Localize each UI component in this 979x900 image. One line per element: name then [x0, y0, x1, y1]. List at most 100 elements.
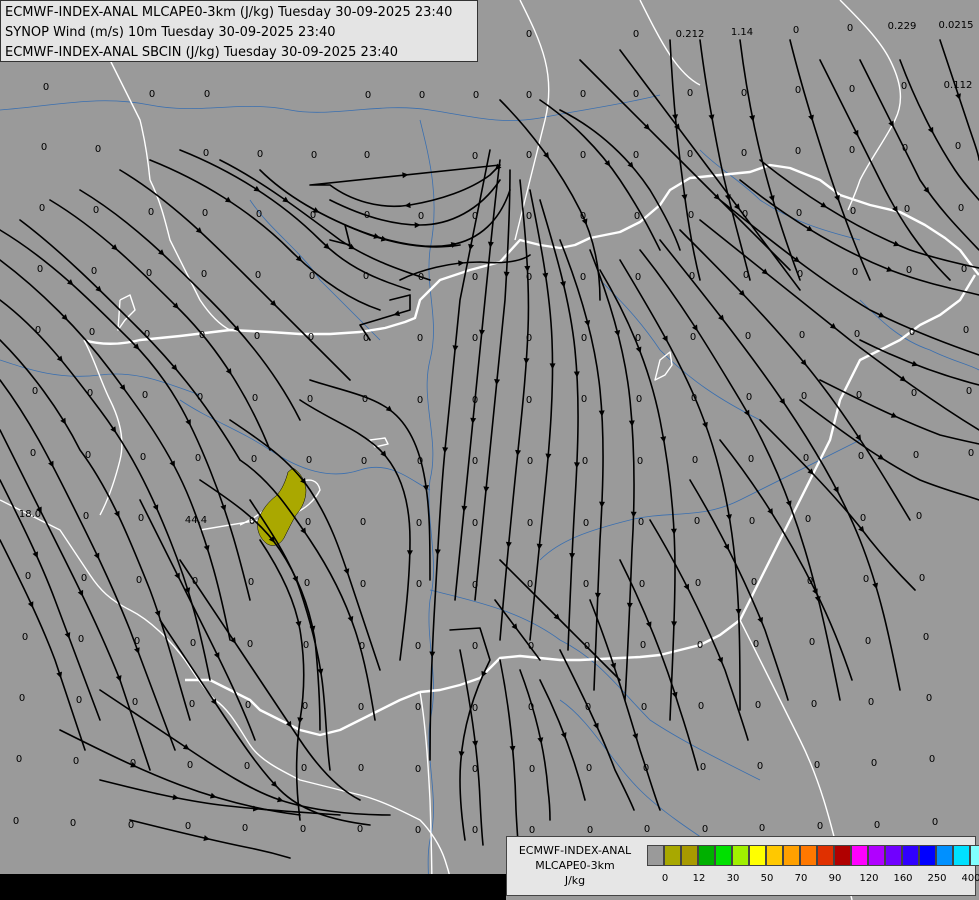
station-value: 0 — [527, 456, 533, 467]
legend-tick-label: 400 — [961, 873, 979, 884]
station-value: 0 — [929, 754, 935, 765]
station-value: 0 — [793, 25, 799, 36]
station-value: 0 — [16, 754, 22, 765]
station-value: 0 — [966, 386, 972, 397]
station-value: 0 — [256, 209, 262, 220]
station-value: 0 — [643, 763, 649, 774]
station-value: 0 — [700, 762, 706, 773]
station-value: 0 — [473, 90, 479, 101]
station-value: 0 — [702, 824, 708, 835]
station-value: 0 — [634, 211, 640, 222]
legend-swatch — [902, 845, 919, 866]
station-value: 0 — [692, 455, 698, 466]
station-value: 0 — [641, 702, 647, 713]
station-value: 0.229 — [888, 21, 917, 32]
station-value: 0 — [865, 636, 871, 647]
station-value: 0 — [309, 271, 315, 282]
station-value: 0 — [247, 639, 253, 650]
legend-tick-label: 70 — [794, 873, 808, 884]
station-value: 0 — [581, 394, 587, 405]
station-value: 0 — [197, 392, 203, 403]
station-value: 0 — [304, 578, 310, 589]
station-value: 0 — [364, 210, 370, 221]
station-value: 0 — [749, 516, 755, 527]
legend-swatch — [936, 845, 953, 866]
station-value: 0 — [694, 516, 700, 527]
station-value: 0 — [358, 702, 364, 713]
station-value: 0 — [417, 395, 423, 406]
station-value: 0 — [636, 394, 642, 405]
station-value: 0 — [529, 764, 535, 775]
station-value: 0 — [923, 632, 929, 643]
station-value: 0 — [363, 333, 369, 344]
station-value: 0 — [136, 575, 142, 586]
legend-tick-label: 250 — [927, 873, 947, 884]
station-value: 0 — [362, 394, 368, 405]
station-value: 0 — [417, 456, 423, 467]
station-value: 0 — [526, 333, 532, 344]
station-value: 0 — [691, 393, 697, 404]
station-value: 0 — [419, 90, 425, 101]
station-value: 0 — [799, 330, 805, 341]
station-value: 0 — [633, 89, 639, 100]
station-value: 0 — [581, 333, 587, 344]
station-value: 0 — [415, 641, 421, 652]
station-value: 0 — [255, 270, 261, 281]
station-value: 0 — [695, 578, 701, 589]
station-value: 0 — [76, 695, 82, 706]
legend-swatch — [698, 845, 715, 866]
station-value: 0 — [689, 271, 695, 282]
station-value: 0 — [358, 763, 364, 774]
station-value: 0 — [745, 331, 751, 342]
station-value: 0 — [751, 577, 757, 588]
legend-swatch — [681, 845, 698, 866]
station-value: 0 — [526, 90, 532, 101]
station-value: 0 — [418, 211, 424, 222]
station-value: 0 — [140, 452, 146, 463]
station-value: 0 — [41, 142, 47, 153]
station-value: 0 — [87, 388, 93, 399]
station-value: 0 — [913, 450, 919, 461]
station-value: 0 — [472, 395, 478, 406]
station-value: 0 — [583, 579, 589, 590]
station-value: 0 — [249, 516, 255, 527]
station-value: 0 — [91, 266, 97, 277]
station-value: 0 — [926, 693, 932, 704]
station-value: 0 — [146, 268, 152, 279]
legend-unit: J/kg — [564, 874, 586, 887]
station-value: 0 — [248, 577, 254, 588]
station-value: 0 — [254, 331, 260, 342]
station-value: 0 — [858, 451, 864, 462]
station-value: 0 — [190, 638, 196, 649]
station-value: 0 — [817, 821, 823, 832]
legend-line-2: MLCAPE0-3km — [535, 859, 615, 872]
station-value: 0 — [849, 84, 855, 95]
station-value: 0 — [204, 89, 210, 100]
station-value: 0 — [638, 517, 644, 528]
station-value: 0 — [743, 270, 749, 281]
station-value: 0 — [360, 517, 366, 528]
station-value: 0 — [580, 150, 586, 161]
station-value: 0 — [359, 641, 365, 652]
station-value: 0 — [302, 701, 308, 712]
station-value: 0 — [526, 150, 532, 161]
station-value: 0 — [874, 820, 880, 831]
station-value: 0 — [583, 518, 589, 529]
station-value: 0 — [906, 265, 912, 276]
station-value: 0 — [202, 208, 208, 219]
station-value: 0 — [901, 81, 907, 92]
legend-tick-label: 50 — [760, 873, 774, 884]
station-value: 0 — [633, 150, 639, 161]
station-value: 0 — [144, 329, 150, 340]
station-value: 0 — [963, 325, 969, 336]
station-value: 0 — [635, 272, 641, 283]
station-value: 18.0 — [19, 509, 41, 520]
legend-swatch — [817, 845, 834, 866]
station-value: 0 — [968, 448, 974, 459]
legend-tick-label: 30 — [726, 873, 740, 884]
station-value: 0 — [795, 146, 801, 157]
station-value: 0 — [257, 149, 263, 160]
legend-label: ECMWF-INDEX-ANAL MLCAPE0-3km J/kg — [509, 843, 641, 888]
bottom-black-bar — [0, 874, 506, 900]
station-value: 0 — [916, 511, 922, 522]
